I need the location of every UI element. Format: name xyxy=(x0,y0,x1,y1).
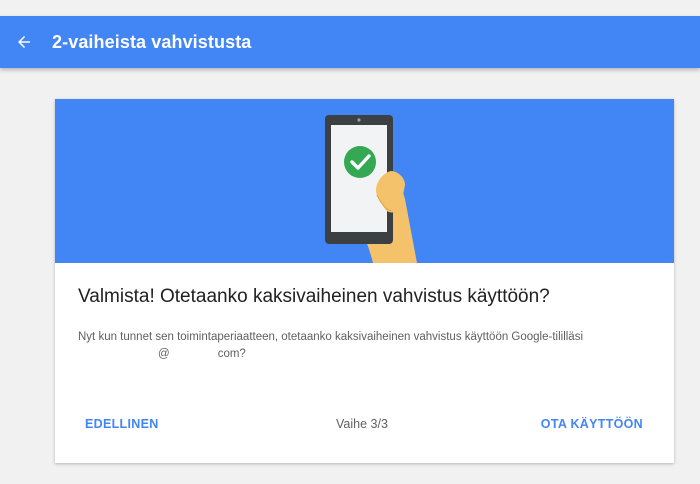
window-top-strip xyxy=(0,0,700,16)
step-indicator: Vaihe 3/3 xyxy=(336,417,388,431)
hero-illustration xyxy=(55,99,674,263)
phone-check-icon xyxy=(325,115,417,263)
page-title: 2-vaiheista vahvistusta xyxy=(52,31,252,52)
previous-button[interactable]: EDELLINEN xyxy=(85,417,159,431)
account-line: @ com? xyxy=(78,346,653,363)
body-text-line: Nyt kun tunnet sen toimintaperiaatteen, … xyxy=(78,331,584,343)
setup-card: Valmista! Otetaanko kaksivaiheinen vahvi… xyxy=(55,99,674,463)
card-body-text: Nyt kun tunnet sen toimintaperiaatteen, … xyxy=(78,329,653,363)
enable-button[interactable]: OTA KÄYTTÖÖN xyxy=(541,417,643,431)
arrow-back-icon[interactable] xyxy=(12,30,36,54)
card-heading: Valmista! Otetaanko kaksivaiheinen vahvi… xyxy=(78,286,550,307)
account-domain-suffix: com? xyxy=(217,348,246,360)
account-at-sign: @ xyxy=(158,348,170,360)
app-bar: 2-vaiheista vahvistusta xyxy=(0,16,700,68)
